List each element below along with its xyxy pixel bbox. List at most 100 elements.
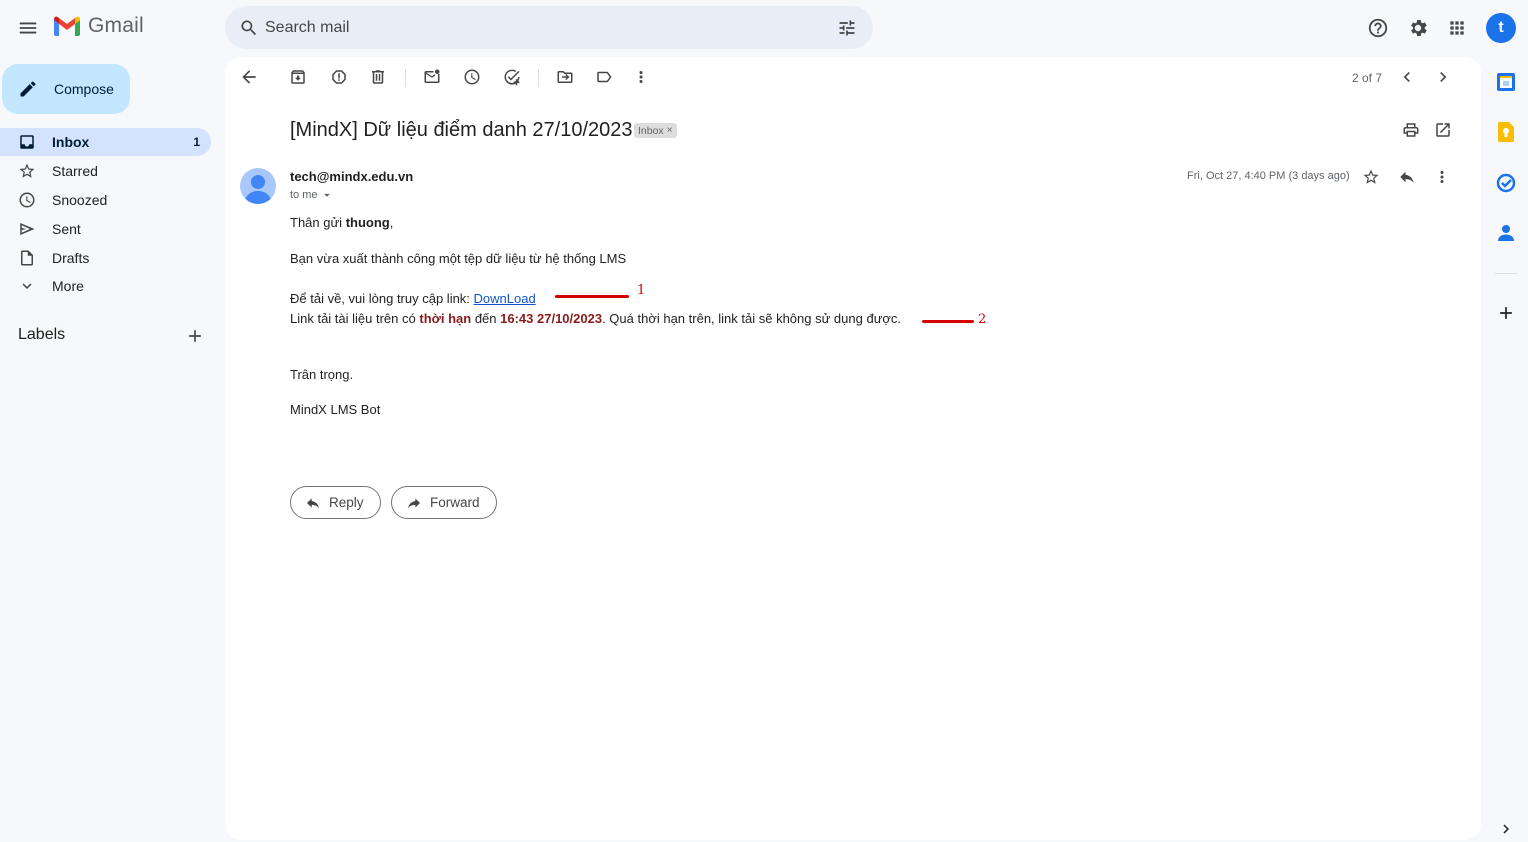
chevron-right-icon [1440, 72, 1447, 82]
arrow-back-icon [242, 70, 256, 84]
inbox-unread-count: 1 [193, 135, 200, 149]
annotation-underline-2 [922, 320, 974, 323]
add-to-tasks-button[interactable] [494, 59, 530, 95]
sidebar-item-label: Drafts [52, 250, 90, 266]
remove-label-icon[interactable]: × [667, 125, 673, 136]
star-button[interactable] [1353, 159, 1389, 195]
clock-icon [464, 69, 480, 85]
sidebar-item-starred[interactable]: Starred [0, 157, 211, 185]
reply-icon [1400, 171, 1414, 183]
report-icon [332, 70, 346, 84]
download-link[interactable]: DownLoad [474, 291, 536, 306]
expiry-text-c: đến [471, 311, 501, 326]
reply-icon [307, 497, 319, 508]
body-line-expiry: Link tải tài liệu trên có thời hạn đến 1… [290, 311, 901, 326]
compose-label: Compose [54, 81, 114, 97]
sender-address[interactable]: tech@mindx.edu.vn [290, 169, 413, 184]
inbox-label-chip[interactable]: Inbox × [634, 123, 677, 138]
search-button[interactable] [229, 8, 269, 48]
print-all-button[interactable] [1393, 112, 1429, 148]
main-menu-button[interactable] [8, 8, 48, 48]
greeting-line: Thân gửi thuong, [290, 215, 393, 230]
sidebar-item-more[interactable]: More [0, 272, 211, 300]
account-avatar[interactable]: t [1486, 13, 1516, 43]
gmail-m-icon [54, 16, 80, 36]
back-button[interactable] [231, 59, 267, 95]
move-to-button[interactable] [547, 59, 583, 95]
compose-button[interactable]: Compose [2, 64, 130, 114]
open-new-window-button[interactable] [1425, 112, 1461, 148]
sidebar-item-inbox[interactable]: Inbox 1 [0, 128, 211, 156]
apps-grid-icon [1450, 21, 1464, 35]
pencil-icon [20, 81, 36, 97]
sidebar-item-snoozed[interactable]: Snoozed [0, 186, 211, 214]
tasks-icon [1496, 173, 1516, 193]
gear-icon [1411, 20, 1427, 36]
message-more-button[interactable] [1424, 159, 1460, 195]
expiry-datetime: 16:43 27/10/2023 [500, 311, 603, 326]
delete-button[interactable] [360, 59, 396, 95]
draft-icon [21, 250, 33, 266]
closing-line: Trân trọng. [290, 367, 354, 382]
recipient-name: thuong [345, 215, 390, 230]
open-in-new-icon [1436, 123, 1450, 137]
gmail-logo[interactable]: Gmail [52, 14, 144, 38]
body-line-export: Bạn vừa xuất thành công một tệp dữ liệu … [290, 251, 627, 266]
archive-icon [291, 70, 305, 84]
inbox-icon [20, 135, 34, 149]
rail-divider [1495, 273, 1517, 274]
person-icon [244, 175, 272, 204]
arrow-drop-down-icon [323, 193, 330, 197]
newer-button[interactable] [1389, 59, 1425, 95]
older-button[interactable] [1425, 59, 1461, 95]
snooze-button[interactable] [454, 59, 490, 95]
plus-icon [189, 330, 201, 342]
pagination-text: 2 of 7 [1352, 71, 1383, 85]
support-button[interactable] [1358, 8, 1398, 48]
tasks-app-button[interactable] [1492, 169, 1520, 197]
forward-button[interactable]: Forward [391, 486, 497, 519]
google-apps-button[interactable] [1437, 8, 1477, 48]
expiry-text-e: . Quá thời hạn trên, link tải sẽ không s… [602, 311, 902, 326]
reply-icon-button[interactable] [1389, 159, 1425, 195]
contacts-icon [1498, 225, 1514, 241]
annotation-number-2: 2 [978, 312, 987, 327]
sidebar-item-label: Starred [52, 163, 98, 179]
sender-avatar[interactable] [240, 168, 276, 204]
more-options-button[interactable] [623, 59, 659, 95]
download-prefix: Để tải về, vui lòng truy cập link: [290, 291, 474, 306]
print-icon [1403, 123, 1419, 137]
star-icon [19, 163, 35, 178]
sidebar-item-sent[interactable]: Sent [0, 215, 211, 243]
sidebar-item-label: More [52, 278, 84, 294]
report-spam-button[interactable] [321, 59, 357, 95]
drive-file-move-icon [557, 71, 573, 83]
sidebar-item-label: Sent [52, 221, 81, 237]
search-options-button[interactable] [827, 8, 867, 48]
archive-button[interactable] [280, 59, 316, 95]
labels-button[interactable] [586, 59, 622, 95]
email-subject: [MindX] Dữ liệu điểm danh 27/10/2023 [290, 119, 633, 141]
tune-icon [839, 20, 855, 36]
sidebar-item-drafts[interactable]: Drafts [0, 244, 211, 272]
body-line-download: Để tải về, vui lòng truy cập link: DownL… [290, 291, 536, 306]
clock-icon [19, 192, 35, 208]
send-icon [20, 223, 35, 235]
contacts-app-button[interactable] [1492, 219, 1520, 247]
plus-icon [1500, 307, 1512, 319]
calendar-app-button[interactable] [1492, 68, 1520, 96]
search-bar[interactable] [225, 6, 873, 49]
sidebar-item-label: Inbox [52, 134, 90, 150]
reply-button[interactable]: Reply [290, 486, 381, 519]
create-label-button[interactable] [175, 316, 215, 356]
recipient-details[interactable]: to me [290, 188, 334, 202]
labels-heading: Labels [18, 326, 66, 343]
search-input[interactable] [265, 6, 825, 49]
chip-label: Inbox [638, 124, 664, 137]
settings-button[interactable] [1398, 8, 1438, 48]
show-side-panel-button[interactable] [1492, 815, 1520, 842]
mark-unread-button[interactable] [414, 59, 450, 95]
label-icon [597, 71, 612, 83]
get-addons-button[interactable] [1492, 299, 1520, 327]
keep-app-button[interactable] [1492, 118, 1520, 146]
